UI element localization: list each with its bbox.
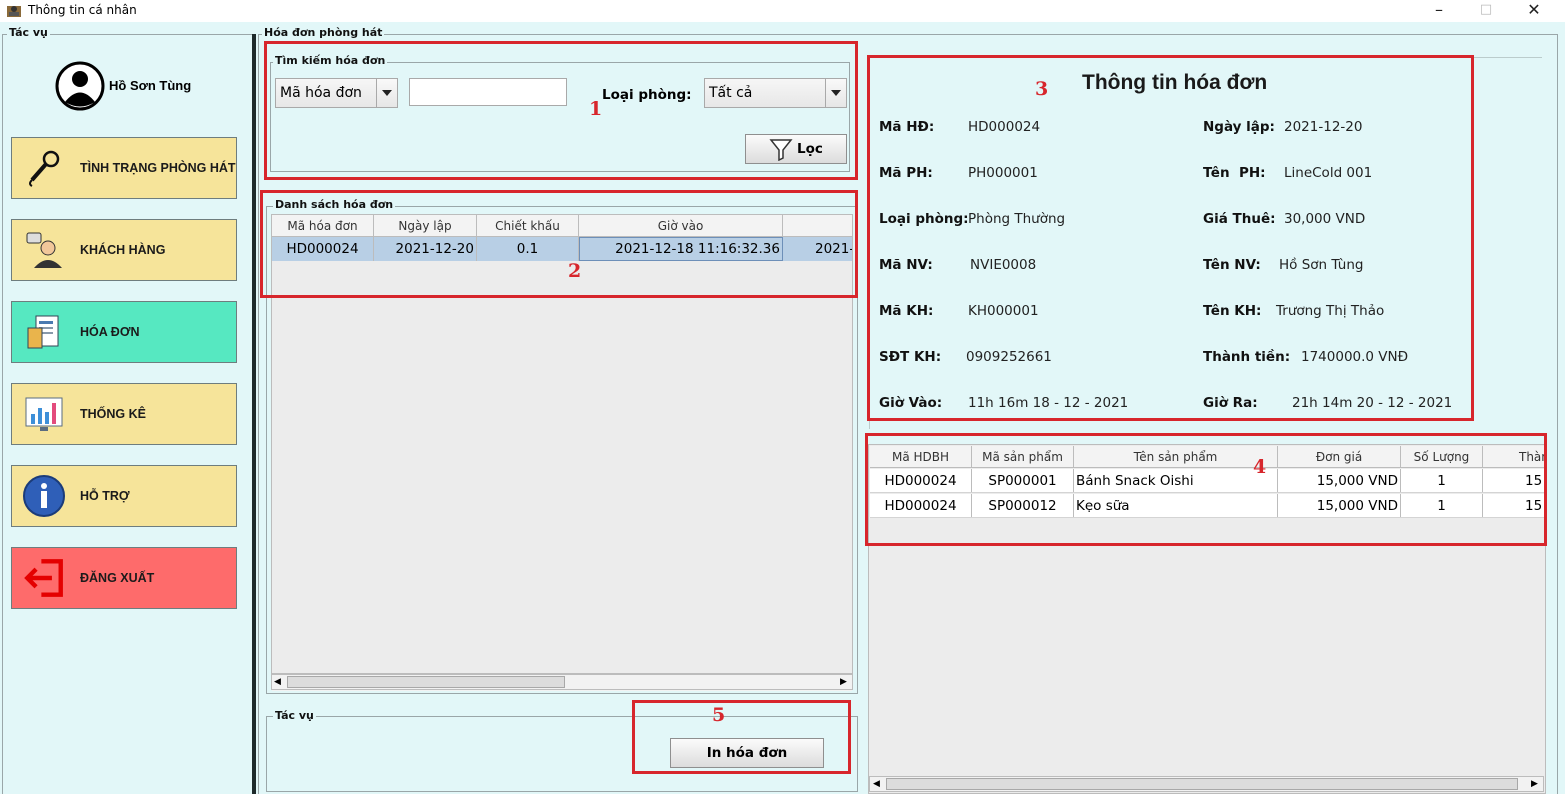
invoice-icon	[22, 310, 66, 354]
left-panel-label: Tác vụ	[7, 26, 50, 39]
info-icon	[22, 474, 66, 518]
avatar	[55, 61, 105, 111]
annotation-box-5	[632, 700, 851, 774]
annotation-number-3: 3	[1035, 78, 1049, 100]
invoice-panel-label: Hóa đơn phòng hát	[262, 26, 385, 39]
menu-label: ĐĂNG XUẤT	[80, 571, 155, 585]
actions-group-label: Tác vụ	[273, 709, 316, 722]
annotation-box-2	[260, 190, 858, 298]
scroll-right-icon[interactable]: ▶	[840, 677, 847, 687]
title-bar: Thông tin cá nhân – □ ✕	[0, 0, 1565, 22]
maximize-button[interactable]: □	[1463, 0, 1509, 22]
scroll-thumb[interactable]	[886, 778, 1518, 790]
products-table-scrollbar[interactable]: ◀ ▶	[869, 776, 1544, 792]
user-name: Hồ Sơn Tùng	[109, 78, 192, 93]
scroll-right-icon[interactable]: ▶	[1531, 779, 1538, 789]
menu-label: KHÁCH HÀNG	[80, 243, 166, 257]
customer-icon	[22, 228, 66, 272]
logout-icon	[22, 556, 66, 600]
annotation-number-5: 5	[712, 704, 726, 726]
annotation-box-4	[865, 433, 1547, 546]
menu-logout-button[interactable]: ĐĂNG XUẤT	[11, 547, 237, 609]
annotation-number-1: 1	[589, 98, 603, 120]
invoice-table-scrollbar[interactable]: ◀ ▶	[271, 674, 853, 690]
scroll-thumb[interactable]	[287, 676, 565, 688]
annotation-box-3	[867, 55, 1474, 421]
menu-room-status-button[interactable]: TÌNH TRẠNG PHÒNG HÁT	[11, 137, 237, 199]
annotation-number-2: 2	[568, 260, 582, 282]
panel-divider	[252, 34, 256, 794]
menu-label: HÓA ĐƠN	[80, 325, 140, 339]
app-icon	[6, 3, 22, 18]
window-title: Thông tin cá nhân	[28, 3, 137, 17]
menu-label: TÌNH TRẠNG PHÒNG HÁT	[80, 161, 236, 175]
scroll-left-icon[interactable]: ◀	[274, 677, 281, 687]
menu-support-button[interactable]: HỖ TRỢ	[11, 465, 237, 527]
microphone-icon	[22, 146, 66, 190]
menu-label: HỖ TRỢ	[80, 489, 130, 503]
scroll-left-icon[interactable]: ◀	[873, 779, 880, 789]
annotation-box-1	[264, 41, 858, 180]
menu-invoice-button[interactable]: HÓA ĐƠN	[11, 301, 237, 363]
close-button[interactable]: ✕	[1511, 0, 1557, 22]
minimize-button[interactable]: –	[1416, 0, 1462, 22]
annotation-number-4: 4	[1253, 456, 1267, 478]
chart-icon	[22, 392, 66, 436]
menu-customer-button[interactable]: KHÁCH HÀNG	[11, 219, 237, 281]
menu-statistics-button[interactable]: THỐNG KÊ	[11, 383, 237, 445]
menu-label: THỐNG KÊ	[80, 407, 146, 421]
